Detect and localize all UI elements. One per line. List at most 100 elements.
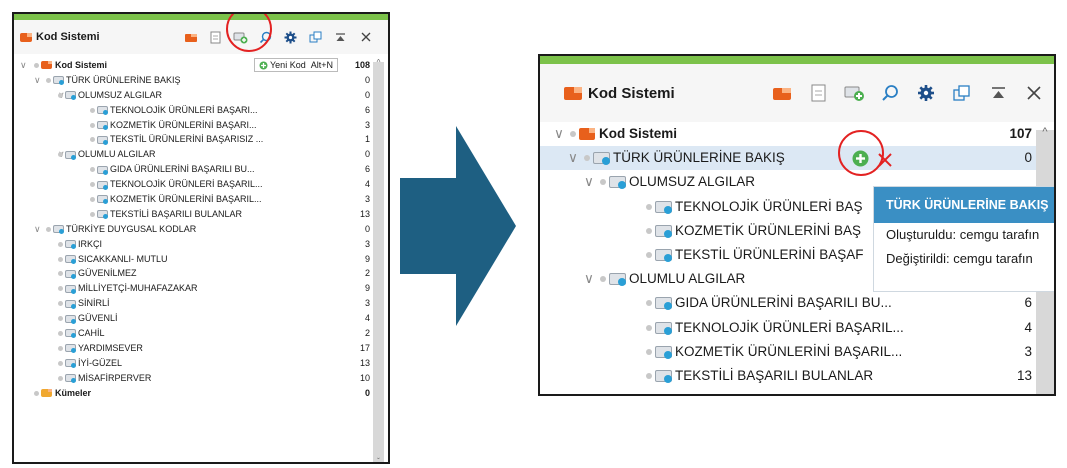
tree-item-label: TEKSTİL ÜRÜNLERİNİ BAŞAF [675,246,864,262]
code-icon [53,225,64,235]
tree-item-label-wrap: GÜVENİLMEZ [58,266,137,281]
undock-icon[interactable] [303,20,328,54]
document-tool-icon[interactable] [800,64,836,122]
tree-code-item[interactable]: ∨OLUMLU ALGILAR0 [14,147,388,162]
tree-code-item[interactable]: MİLLİYETÇİ-MUHAFAZAKAR 9 [14,281,388,296]
undock-icon[interactable] [944,64,980,122]
tree-item-count: 3 [364,194,370,205]
tree-item-label: KOZMETİK ÜRÜNLERİNİ BAŞARIL... [675,343,903,359]
collapse-icon[interactable] [328,20,353,54]
code-system-tool-icon[interactable] [764,64,800,122]
tree-code-item[interactable]: TEKNOLOJİK ÜRÜNLERİ BAŞARI... 6 [14,103,388,118]
tree-item-count: 0 [364,89,370,100]
tree-item-label: KOZMETİK ÜRÜNLERİNİ BAŞARI... [110,119,257,130]
panel-title: Kod Sistemi [36,31,100,43]
tree-item-label-wrap: GIDA ÜRÜNLERİNİ BAŞARILI BU... [646,291,892,315]
memo-dot-icon [58,316,63,322]
tree-code-item[interactable]: SICAKKANLI- MUTLU 9 [14,252,388,267]
tree-code-item[interactable]: GÜVENLİ 4 [14,311,388,326]
tree-code-item[interactable]: ∨ TÜRK ÜRÜNLERİNE BAKIŞ 0 [14,73,388,88]
info-title: TÜRK ÜRÜNLERİNE BAKIŞ [874,187,1054,223]
collapse-icon[interactable] [980,64,1016,122]
tree-item-label-wrap: TEKSTİLİ BAŞARILI BULANLAR [646,364,873,388]
gear-icon[interactable] [278,20,303,54]
tree-item-count: 0 [364,149,370,160]
tree-item-label: OLUMLU ALGILAR [629,271,746,287]
code-icon [97,180,108,190]
tree-item-label-wrap: TEKSTİLİ BAŞARILI BULANLAR [90,207,242,222]
close-icon[interactable] [353,20,378,54]
memo-dot-icon [90,182,95,188]
accent-bar [540,56,1054,64]
expand-chevron-icon[interactable]: ∨ [584,170,594,194]
expand-chevron-icon[interactable]: ∨ [34,222,41,237]
code-icon [65,374,76,384]
memo-dot-icon [646,300,652,307]
tree-root-item[interactable]: ∨ Kod Sistemi 107 [540,122,1054,146]
memo-dot-icon [646,252,652,259]
scroll-up-icon[interactable]: ^ [373,58,384,67]
tree-item-label-wrap: GIDA ÜRÜNLERİNİ BAŞARILI BU... [90,162,255,177]
new-code-icon[interactable] [836,64,872,122]
expand-chevron-icon[interactable]: ∨ [34,73,41,88]
tree-code-item[interactable]: ∨ TÜRKİYE DUYGUSAL KODLAR 0 [14,222,388,237]
document-tool-icon[interactable] [203,20,228,54]
expand-chevron-icon[interactable]: ∨ [20,58,27,73]
gear-icon[interactable] [908,64,944,122]
memo-dot-icon [58,92,63,98]
close-icon[interactable] [1016,64,1052,122]
tree-code-item[interactable]: TEKSTİLİ BAŞARILI BULANLAR 13 [14,207,388,222]
memo-dot-icon [90,196,95,202]
tree-code-item[interactable]: ∨ TÜRK ÜRÜNLERİNE BAKIŞ 0 [540,130,1054,177]
tree-code-item[interactable]: MİSAFİRPERVER 10 [14,371,388,386]
tree-code-item[interactable]: TEKSTİLİ BAŞARILI BULANLAR 13 [540,364,1054,388]
tree-code-item[interactable]: TEKNOLOJİK ÜRÜNLERİ BAŞARIL... 4 [14,177,388,192]
memo-dot-icon [58,375,63,381]
code-icon [655,224,672,238]
memo-dot-icon [90,167,95,173]
search-icon[interactable] [872,64,908,122]
code-system-panel-before: Kod Sistemi Yeni Kod Alt+N ∨ Kod Sistemi… [12,12,390,464]
tree-item-label-wrap: KOZMETİK ÜRÜNLERİNİ BAŞARI... [90,118,257,133]
expand-chevron-icon[interactable]: ∨ [584,267,594,291]
tree-item-label-wrap: OLUMLU ALGILAR [58,147,156,162]
tree-code-item[interactable]: YARDIMSEVER 17 [14,341,388,356]
tree-code-item[interactable]: GÜVENİLMEZ 2 [14,266,388,281]
memo-dot-icon [646,348,652,355]
created-label: Oluşturuldu: [886,227,957,242]
code-icon [97,135,108,145]
expand-chevron-icon[interactable]: ∨ [568,146,578,170]
tree-root-item[interactable]: ∨ Kod Sistemi 108 [14,58,388,73]
tree-code-item[interactable]: TEKSTİL ÜRÜNLERİNİ BAŞARISIZ ... 1 [14,132,388,147]
tree-code-item[interactable]: ∨OLUMSUZ ALGILAR0 [14,88,388,103]
tree-item-label-wrap: GÜVENLİ [58,311,118,326]
memo-dot-icon [58,271,63,277]
tree-item-count: 6 [1024,295,1032,311]
tree-code-item[interactable]: SİNİRLİ 3 [14,296,388,311]
tree-code-item[interactable]: KOZMETİK ÜRÜNLERİNİ BAŞARIL... 3 [540,340,1054,364]
tree-code-item[interactable]: GIDA ÜRÜNLERİNİ BAŞARILI BU... 6 [540,291,1054,315]
tree-item-label: SICAKKANLI- MUTLU [78,253,168,264]
memo-dot-icon [58,286,63,292]
tree-code-item[interactable]: KOZMETİK ÜRÜNLERİNİ BAŞARIL... 3 [14,192,388,207]
scroll-up-icon[interactable]: ^ [1036,126,1054,138]
memo-dot-icon [90,137,95,143]
code-icon [655,321,672,335]
tree-item-count: 2 [364,268,370,279]
tree-item-label-wrap: CAHİL [58,326,105,341]
tree-item-label: TEKNOLOJİK ÜRÜNLERİ BAŞ [675,198,863,214]
tree-code-item[interactable]: CAHİL 2 [14,326,388,341]
expand-chevron-icon[interactable]: ∨ [554,122,564,146]
scrollbar[interactable]: ^ ˇ [373,58,384,462]
tree-item-label-wrap: TÜRK ÜRÜNLERİNE BAKIŞ [584,146,785,170]
tree-code-item[interactable]: İYİ-GÜZEL 13 [14,356,388,371]
scroll-down-icon[interactable]: ˇ [373,457,384,462]
created-value: cemgu tarafın [959,227,1040,242]
code-system-tool-icon[interactable] [178,20,203,54]
tree-code-item[interactable]: GIDA ÜRÜNLERİNİ BAŞARILI BU... 6 [14,162,388,177]
tree-code-item[interactable]: IRKÇI 3 [14,237,388,252]
memo-dot-icon [34,390,39,396]
tree-code-item[interactable]: KOZMETİK ÜRÜNLERİNİ BAŞARI... 3 [14,118,388,133]
tree-sets-item[interactable]: Kümeler 0 [14,386,388,401]
tree-code-item[interactable]: TEKNOLOJİK ÜRÜNLERİ BAŞARIL... 4 [540,316,1054,340]
